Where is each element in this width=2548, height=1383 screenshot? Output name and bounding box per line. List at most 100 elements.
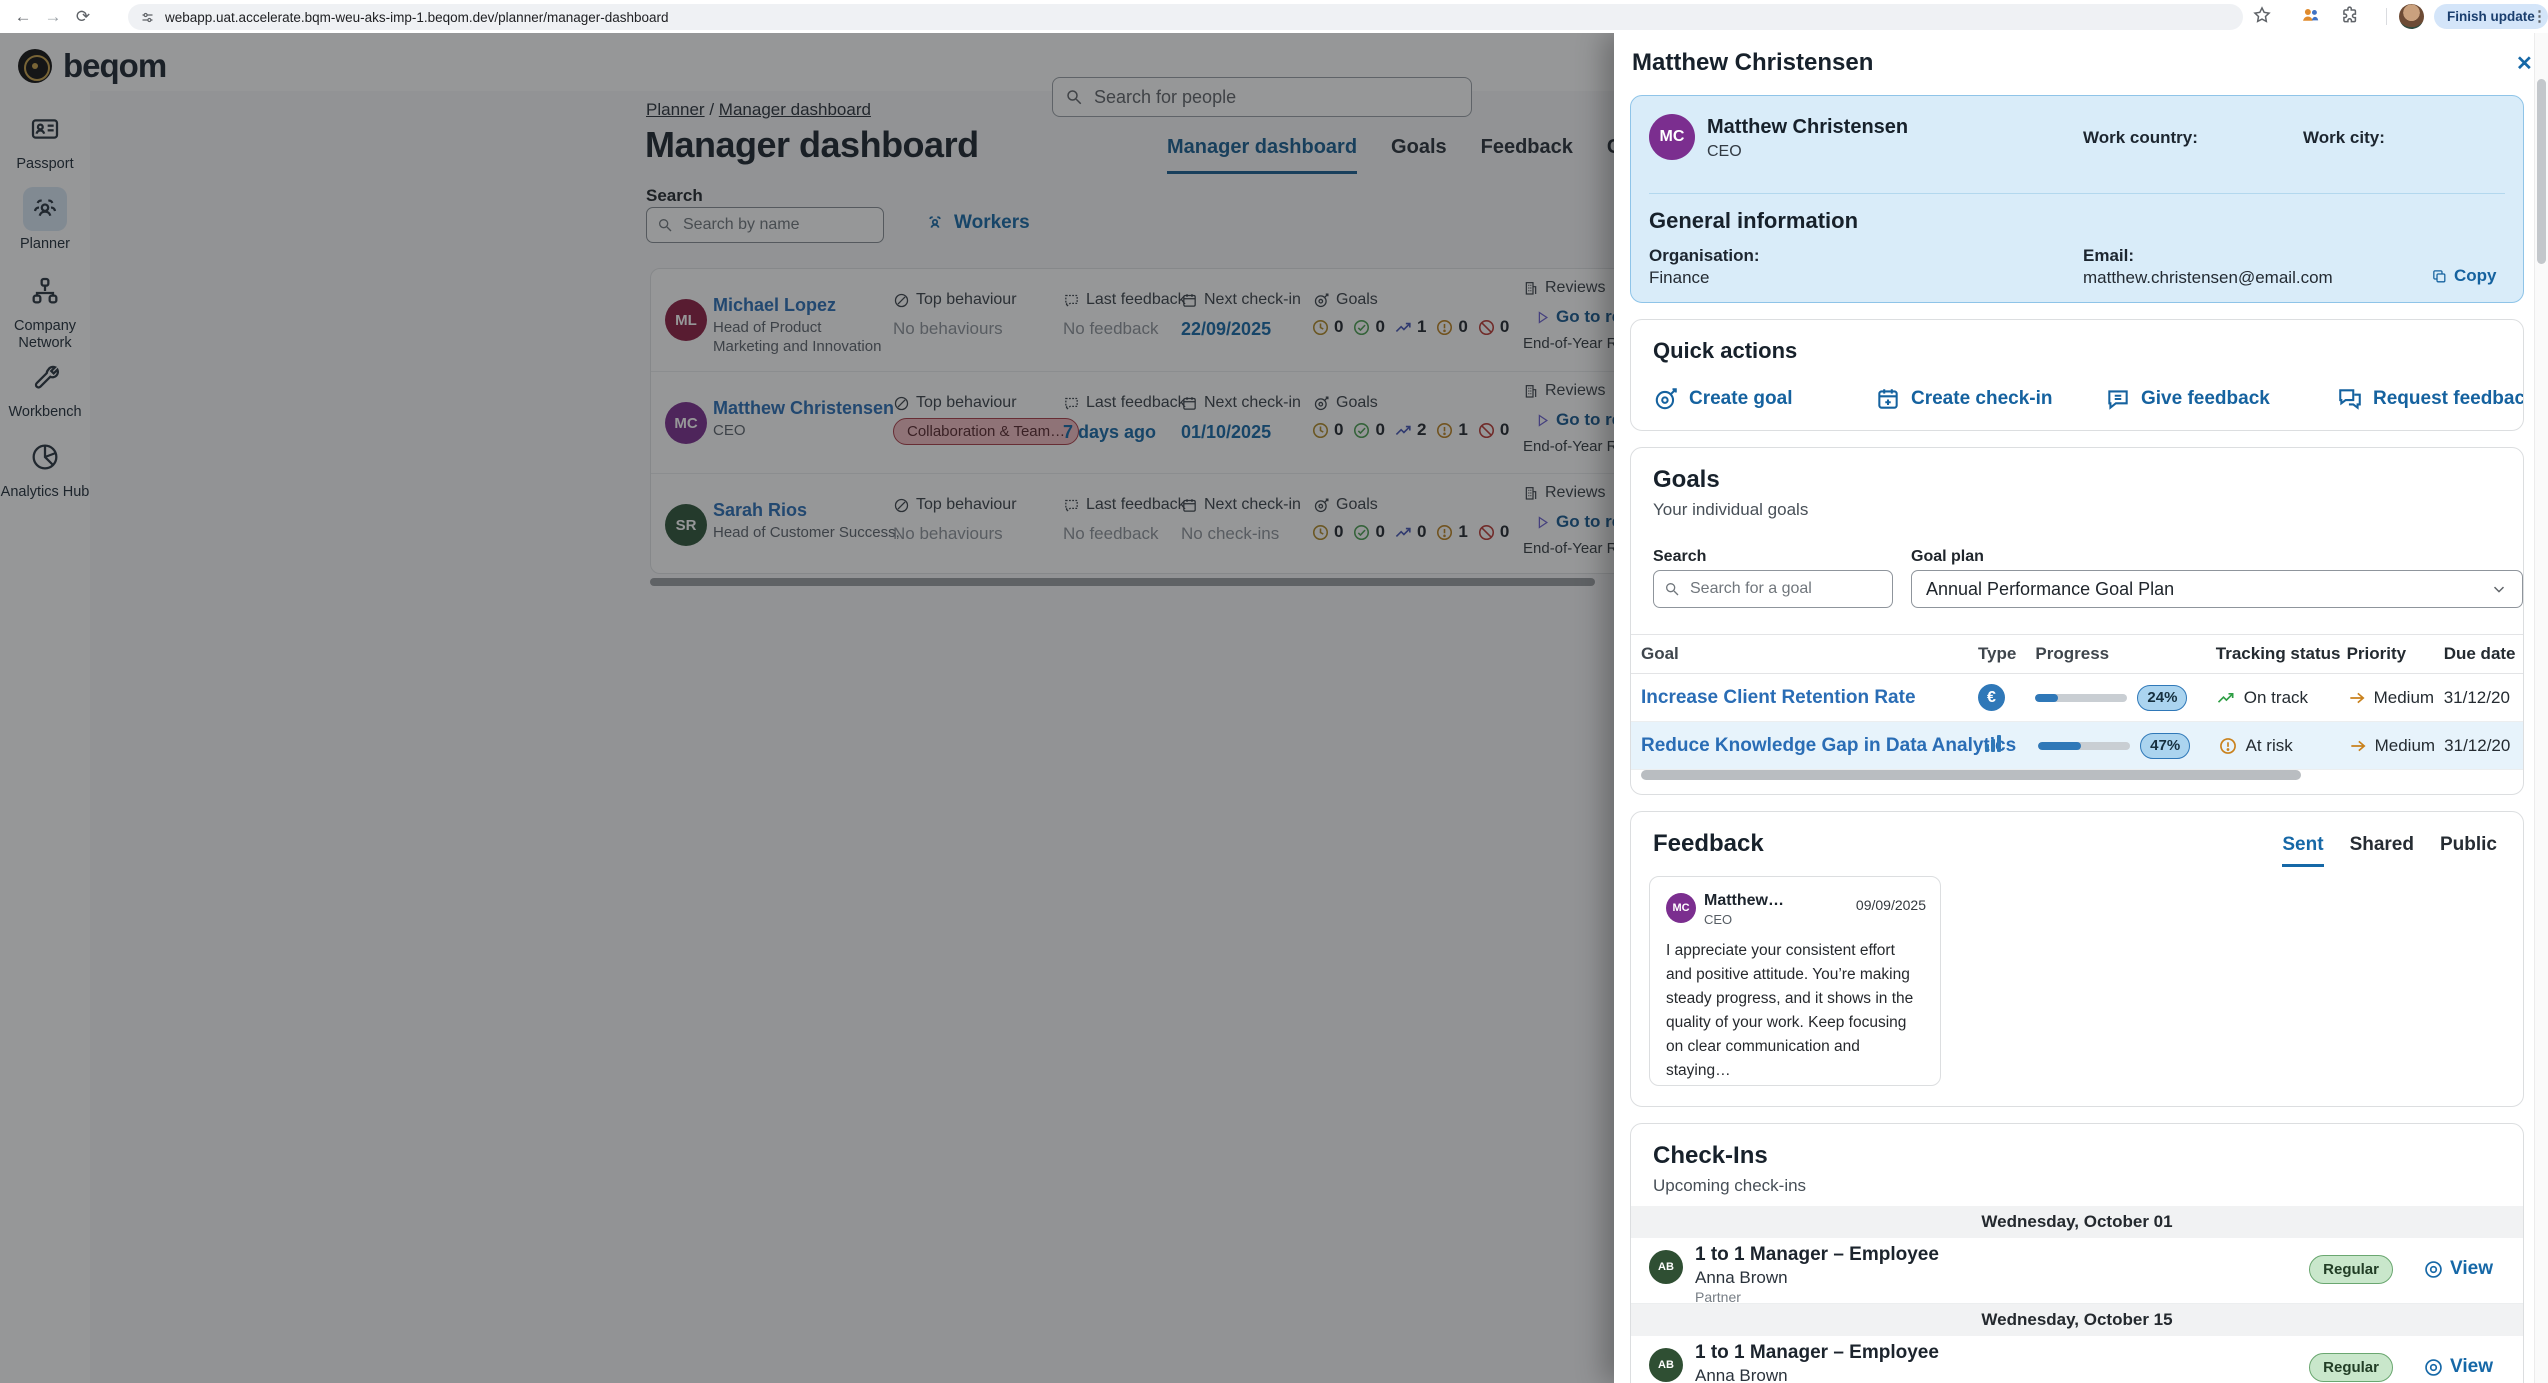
checkin-title: 1 to 1 Manager – Employee (1695, 1342, 1939, 1363)
progress-badge: 47% (2140, 732, 2191, 759)
feedback-date: 09/09/2025 (1855, 897, 1926, 913)
bookmark-star-icon[interactable] (2252, 5, 2272, 25)
checkin-row[interactable]: AB 1 to 1 Manager – Employee Anna Brown … (1631, 1336, 2523, 1383)
panel-scrollbar[interactable] (2534, 33, 2548, 1383)
divider (1649, 193, 2505, 194)
checkin-type-badge: Regular (2309, 1353, 2393, 1382)
screen: beqom Passport Planner Company Network (0, 0, 2548, 1383)
progress-bar (2038, 741, 2131, 750)
checkin-row[interactable]: AB 1 to 1 Manager – Employee Anna Brown … (1631, 1238, 2523, 1305)
tab-shared[interactable]: Shared (2350, 834, 2414, 867)
goals-table-header: Goal Type Progress Tracking status Prior… (1631, 634, 2523, 674)
worker-detail-panel: Matthew Christensen ✕ MC Matthew Christe… (1614, 33, 2548, 1383)
profile-card: MC Matthew Christensen CEO Work country:… (1630, 95, 2524, 303)
refresh-icon[interactable]: ⟳ (68, 4, 98, 30)
goal-row-increase-client-retention[interactable]: Increase Client Retention Rate € 24% On … (1631, 674, 2523, 722)
organisation-label: Organisation: (1649, 246, 1760, 265)
request-feedback-icon-button[interactable]: Request feedback (2337, 386, 2523, 412)
quick-actions-heading: Quick actions (1653, 338, 1798, 363)
feedback-card: Feedback Sent Shared Public MC Matthew… … (1630, 811, 2524, 1107)
work-country-label: Work country: (2083, 128, 2198, 147)
feedback-text: I appreciate your consistent effort and … (1666, 942, 1914, 1080)
bar-chart-icon (1981, 731, 2005, 755)
check-ins-subtitle: Upcoming check-ins (1653, 1176, 1807, 1195)
feedback-author: Matthew… (1704, 892, 1784, 909)
quick-actions-card: Quick actions Create goal Create check-i… (1630, 319, 2524, 431)
general-information-heading: General information (1649, 208, 1859, 233)
on-track-icon (2216, 688, 2236, 708)
checkin-date-band: Wednesday, October 15 (1631, 1304, 2523, 1336)
request-feedback-icon (2337, 386, 2363, 412)
checkin-person: Anna Brown (1695, 1366, 1788, 1383)
browser-profile-avatar[interactable] (2399, 4, 2424, 29)
profiles-icon[interactable] (2300, 5, 2321, 26)
progress-bar (2035, 693, 2128, 702)
email-value: matthew.christensen@email.com (2083, 268, 2333, 287)
extensions-icon[interactable] (2340, 5, 2360, 25)
chevron-down-icon (2490, 580, 2508, 598)
finish-update-button[interactable]: Finish update (2434, 4, 2548, 29)
feedback-tabs: Sent Shared Public (2282, 834, 2497, 867)
toolbar-divider (2386, 8, 2387, 25)
goals-subtitle: Your individual goals (1653, 500, 1809, 519)
eye-icon (2423, 1357, 2444, 1378)
site-settings-icon (140, 10, 155, 25)
browser-menu-icon[interactable]: ⋮ (2532, 7, 2547, 25)
check-ins-card: Check-Ins Upcoming check-ins Wednesday, … (1630, 1123, 2524, 1383)
view-checkin-link[interactable]: View (2423, 1356, 2493, 1378)
goal-link[interactable]: Reduce Knowledge Gap in Data Analytics (1631, 735, 2016, 757)
back-icon[interactable]: ← (8, 4, 38, 30)
profile-name: Matthew Christensen (1707, 116, 1909, 138)
goal-plan-select[interactable]: Annual Performance Goal Plan (1911, 570, 2523, 608)
checkin-title: 1 to 1 Manager – Employee (1695, 1244, 1939, 1265)
checkin-type-badge: Regular (2309, 1255, 2393, 1284)
goal-plan-value: Annual Performance Goal Plan (1926, 578, 2175, 599)
feedback-bubble-icon (2105, 386, 2131, 412)
checkin-date-band: Wednesday, October 01 (1631, 1206, 2523, 1238)
goals-card: Goals Your individual goals Search Goal … (1630, 447, 2524, 795)
feedback-item[interactable]: MC Matthew… CEO 09/09/2025 I appreciate … (1649, 876, 1941, 1086)
goal-search-input[interactable] (1688, 579, 1882, 599)
close-icon[interactable]: ✕ (2516, 51, 2533, 76)
eye-icon (2423, 1259, 2444, 1280)
goal-plan-label: Goal plan (1911, 548, 1984, 565)
forward-icon[interactable]: → (38, 4, 68, 30)
priority-medium-icon (2347, 688, 2367, 708)
tab-sent[interactable]: Sent (2282, 834, 2324, 867)
goals-heading: Goals (1653, 466, 1720, 493)
create-checkin-button[interactable]: Create check-in (1875, 386, 2053, 412)
copy-email-button[interactable]: Copy (2431, 266, 2497, 286)
profile-role: CEO (1707, 143, 1742, 160)
email-label: Email: (2083, 246, 2135, 265)
browser-toolbar: ← → ⟳ webapp.uat.accelerate.bqm-weu-aks-… (0, 0, 2548, 33)
goals-horizontal-scrollbar[interactable] (1641, 770, 2301, 780)
goal-link[interactable]: Increase Client Retention Rate (1631, 687, 1978, 709)
progress-badge: 24% (2137, 684, 2188, 711)
url-text: webapp.uat.accelerate.bqm-weu-aks-imp-1.… (165, 9, 669, 25)
goal-search-box[interactable] (1653, 570, 1893, 608)
give-feedback-button[interactable]: Give feedback (2105, 386, 2270, 412)
modal-overlay (0, 33, 1614, 1383)
create-goal-button[interactable]: Create goal (1653, 386, 1792, 412)
tab-public[interactable]: Public (2440, 834, 2497, 867)
goal-search-label: Search (1653, 548, 1707, 565)
check-ins-heading: Check-Ins (1653, 1142, 1768, 1169)
work-city-label: Work city: (2303, 128, 2385, 147)
panel-title: Matthew Christensen (1632, 49, 1874, 76)
search-icon (1664, 581, 1680, 597)
checkin-person-role: Partner (1695, 1289, 1741, 1305)
goal-row-reduce-knowledge-gap[interactable]: Reduce Knowledge Gap in Data Analytics 4… (1631, 722, 2523, 770)
avatar: AB (1649, 1250, 1683, 1284)
panel-scrollbar-thumb[interactable] (2537, 79, 2546, 264)
checkin-person: Anna Brown (1695, 1268, 1788, 1287)
organisation-value: Finance (1649, 268, 1710, 287)
address-bar[interactable]: webapp.uat.accelerate.bqm-weu-aks-imp-1.… (128, 4, 2243, 30)
at-risk-icon (2218, 736, 2238, 756)
avatar: MC (1649, 114, 1695, 160)
view-checkin-link[interactable]: View (2423, 1258, 2493, 1280)
priority-medium-icon (2348, 736, 2368, 756)
avatar: AB (1649, 1348, 1683, 1382)
goal-target-icon (1653, 386, 1679, 412)
copy-icon (2431, 268, 2448, 285)
feedback-author-role: CEO (1704, 912, 1733, 927)
